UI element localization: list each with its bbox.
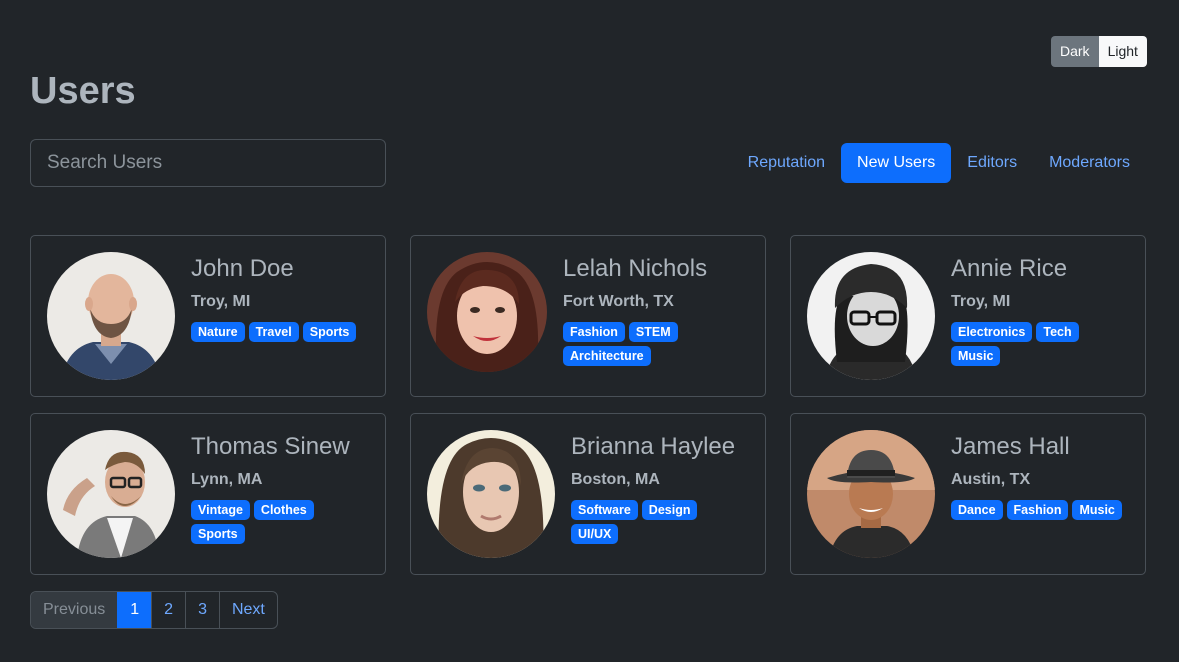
tag-badge[interactable]: Clothes xyxy=(253,500,314,520)
search-input[interactable] xyxy=(30,139,386,187)
tag-badge[interactable]: Electronics xyxy=(951,322,1033,342)
user-name[interactable]: Lelah Nichols xyxy=(563,255,707,283)
user-location: Troy, MI xyxy=(191,293,251,310)
page-1-button[interactable]: 1 xyxy=(117,592,152,628)
avatar xyxy=(427,252,547,372)
user-card[interactable]: Annie Rice Troy, MI Electronics Tech Mus… xyxy=(790,235,1146,397)
tab-reputation[interactable]: Reputation xyxy=(732,143,841,183)
tag-badge[interactable]: UI/UX xyxy=(571,524,619,544)
avatar xyxy=(47,430,175,558)
tag-badge[interactable]: Travel xyxy=(248,322,299,342)
page-title: Users xyxy=(30,70,136,112)
tag-list: Fashion STEM Architecture xyxy=(563,322,683,366)
tag-badge[interactable]: Music xyxy=(1072,500,1122,520)
tag-list: Electronics Tech Music xyxy=(951,322,1129,366)
tab-new-users[interactable]: New Users xyxy=(841,143,952,183)
avatar xyxy=(47,252,175,380)
user-location: Fort Worth, TX xyxy=(563,293,674,310)
user-name[interactable]: Brianna Haylee xyxy=(571,433,735,461)
user-filter-nav: Reputation New Users Editors Moderators xyxy=(732,143,1146,183)
avatar xyxy=(807,430,935,558)
tag-badge[interactable]: Tech xyxy=(1036,322,1079,342)
user-location: Lynn, MA xyxy=(191,471,263,488)
user-card[interactable]: John Doe Troy, MI Nature Travel Sports xyxy=(30,235,386,397)
tag-badge[interactable]: STEM xyxy=(628,322,678,342)
light-theme-button[interactable]: Light xyxy=(1098,36,1147,67)
theme-toggle: Dark Light xyxy=(1051,36,1147,67)
user-location: Troy, MI xyxy=(951,293,1011,310)
tag-badge[interactable]: Dance xyxy=(951,500,1003,520)
tag-list: Dance Fashion Music xyxy=(951,500,1122,520)
user-card[interactable]: Brianna Haylee Boston, MA Software Desig… xyxy=(410,413,766,575)
user-card-grid: John Doe Troy, MI Nature Travel Sports L… xyxy=(30,235,1146,575)
page-2-button[interactable]: 2 xyxy=(151,592,185,628)
tag-badge[interactable]: Fashion xyxy=(1006,500,1069,520)
user-location: Austin, TX xyxy=(951,471,1031,488)
tag-badge[interactable]: Design xyxy=(641,500,698,520)
user-card[interactable]: Lelah Nichols Fort Worth, TX Fashion STE… xyxy=(410,235,766,397)
tag-badge[interactable]: Nature xyxy=(191,322,245,342)
user-card[interactable]: James Hall Austin, TX Dance Fashion Musi… xyxy=(790,413,1146,575)
user-card[interactable]: Thomas Sinew Lynn, MA Vintage Clothes Sp… xyxy=(30,413,386,575)
page-3-button[interactable]: 3 xyxy=(185,592,219,628)
avatar xyxy=(807,252,935,380)
tag-badge[interactable]: Architecture xyxy=(563,346,651,366)
user-name[interactable]: Annie Rice xyxy=(951,255,1129,283)
previous-page-button[interactable]: Previous xyxy=(31,592,118,628)
user-name[interactable]: John Doe xyxy=(191,255,356,283)
tag-list: Nature Travel Sports xyxy=(191,322,357,342)
tab-editors[interactable]: Editors xyxy=(951,143,1033,183)
tag-list: Vintage Clothes Sports xyxy=(191,500,369,544)
tag-badge[interactable]: Sports xyxy=(302,322,357,342)
pagination: Previous 1 2 3 Next xyxy=(30,591,278,629)
tab-moderators[interactable]: Moderators xyxy=(1033,143,1146,183)
user-name[interactable]: Thomas Sinew xyxy=(191,433,369,461)
dark-theme-button[interactable]: Dark xyxy=(1051,36,1099,67)
user-location: Boston, MA xyxy=(571,471,660,488)
avatar xyxy=(427,430,555,558)
tag-badge[interactable]: Music xyxy=(951,346,1001,366)
next-page-button[interactable]: Next xyxy=(218,592,277,628)
tag-badge[interactable]: Vintage xyxy=(191,500,250,520)
tag-list: Software Design UI/UX xyxy=(571,500,711,544)
tag-badge[interactable]: Fashion xyxy=(563,322,625,342)
tag-badge[interactable]: Sports xyxy=(191,524,245,544)
user-name[interactable]: James Hall xyxy=(951,433,1122,461)
tag-badge[interactable]: Software xyxy=(571,500,638,520)
